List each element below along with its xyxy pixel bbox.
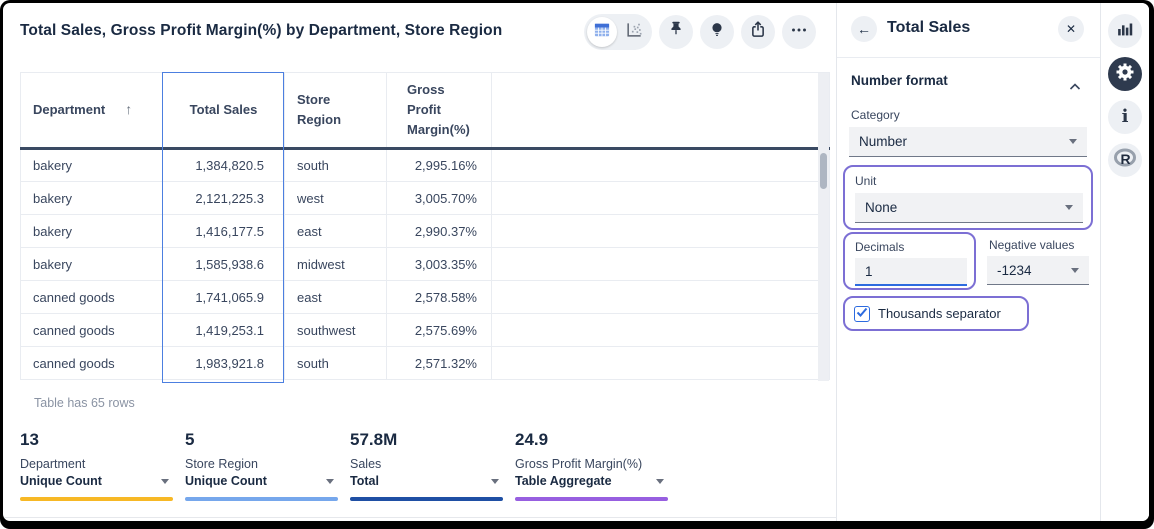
panel-header: ← Total Sales ✕: [837, 3, 1100, 58]
table-view-button[interactable]: [587, 17, 617, 47]
thousands-separator-checkbox[interactable]: [854, 306, 870, 322]
chevron-down-icon: [161, 479, 169, 484]
table-icon: [592, 20, 612, 45]
page-title: Total Sales, Gross Profit Margin(%) by D…: [20, 22, 502, 40]
more-options-button[interactable]: [782, 15, 816, 49]
stat-value: 13: [20, 430, 173, 450]
stat-aggregation-dropdown[interactable]: Unique Count: [185, 474, 338, 488]
decimals-annotation-box: Decimals: [843, 232, 976, 290]
negative-values-select[interactable]: -1234: [987, 256, 1089, 285]
summary-stats: 13 Department Unique Count 5 Store Regio…: [3, 430, 836, 510]
thousands-annotation-box: Thousands separator: [843, 296, 1029, 331]
table-row: canned goods1,419,253.1 southwest2,575.6…: [21, 314, 830, 347]
scrollbar-thumb[interactable]: [820, 153, 827, 189]
column-header-gross-profit-margin[interactable]: Gross Profit Margin(%): [387, 73, 492, 149]
sort-asc-icon: ↑: [125, 101, 132, 117]
checkmark-icon: [856, 305, 868, 323]
answer-area: Total Sales, Gross Profit Margin(%) by D…: [3, 3, 836, 521]
stat-store-region: 5 Store Region Unique Count: [185, 430, 338, 501]
thousands-separator-label: Thousands separator: [878, 306, 1001, 321]
table-row: bakery1,585,938.6 midwest3,003.35%: [21, 248, 830, 281]
r-script-button[interactable]: R: [1108, 143, 1142, 177]
close-icon: ✕: [1066, 22, 1076, 36]
info-button[interactable]: i: [1108, 100, 1142, 134]
column-header-empty: [492, 73, 830, 149]
lightbulb-icon: [706, 19, 728, 46]
stat-underline: [350, 497, 503, 501]
data-table: Department↑ Total Sales Store Region Gro…: [20, 72, 830, 383]
category-select[interactable]: Number: [849, 127, 1087, 157]
stat-sales: 57.8M Sales Total: [350, 430, 503, 501]
stat-value: 57.8M: [350, 430, 503, 450]
table-header-row: Department↑ Total Sales Store Region Gro…: [21, 73, 830, 149]
view-toggle: [584, 14, 652, 50]
stat-value: 24.9: [515, 430, 668, 450]
chevron-down-icon: [1071, 268, 1079, 273]
unit-annotation-box: Unit None: [843, 165, 1093, 230]
right-icon-strip: i R: [1100, 3, 1149, 521]
stat-label: Sales: [350, 457, 503, 471]
share-icon: [747, 19, 769, 46]
settings-panel: ← Total Sales ✕ Number format Category N…: [836, 3, 1100, 521]
stat-value: 5: [185, 430, 338, 450]
pin-icon: [665, 19, 687, 46]
chevron-up-icon: [1069, 78, 1081, 95]
stat-underline: [20, 497, 173, 501]
unit-label: Unit: [855, 174, 876, 188]
svg-text:R: R: [1121, 151, 1131, 167]
app-window: Total Sales, Gross Profit Margin(%) by D…: [0, 0, 1154, 529]
close-button[interactable]: ✕: [1058, 16, 1084, 42]
stat-label: Store Region: [185, 457, 338, 471]
stat-aggregation-dropdown[interactable]: Total: [350, 474, 503, 488]
gear-icon: [1113, 60, 1137, 89]
pin-button[interactable]: [659, 15, 693, 49]
answer-toolbar: [584, 14, 816, 50]
stat-label: Gross Profit Margin(%): [515, 457, 668, 471]
stat-gross-profit-margin: 24.9 Gross Profit Margin(%) Table Aggreg…: [515, 430, 668, 501]
stat-department: 13 Department Unique Count: [20, 430, 173, 501]
share-button[interactable]: [741, 15, 775, 49]
ellipsis-icon: [788, 19, 810, 46]
unit-select[interactable]: None: [855, 193, 1083, 223]
section-number-format: Number format: [851, 73, 948, 88]
bar-chart-icon: [1114, 18, 1136, 45]
table-row: bakery1,384,820.5 south2,995.16%: [21, 149, 830, 182]
app-content: Total Sales, Gross Profit Margin(%) by D…: [3, 3, 1149, 521]
stat-label: Department: [20, 457, 173, 471]
table-scrollbar[interactable]: [818, 73, 829, 381]
chevron-down-icon: [1069, 139, 1077, 144]
scatter-chart-icon: [624, 20, 644, 45]
decimals-input[interactable]: [855, 258, 967, 286]
settings-button[interactable]: [1108, 57, 1142, 91]
chevron-down-icon: [326, 479, 334, 484]
negative-values-label: Negative values: [989, 238, 1074, 252]
info-icon: i: [1122, 108, 1129, 126]
table-row: bakery1,416,177.5 east2,990.37%: [21, 215, 830, 248]
table-row: canned goods1,983,921.8 south2,571.32%: [21, 347, 830, 380]
chart-config-button[interactable]: [1108, 14, 1142, 48]
back-button[interactable]: ←: [851, 16, 877, 42]
panel-title: Total Sales: [887, 19, 970, 37]
column-header-department[interactable]: Department↑: [21, 73, 163, 149]
category-label: Category: [851, 108, 900, 122]
chevron-down-icon: [1065, 205, 1073, 210]
stat-aggregation-dropdown[interactable]: Table Aggregate: [515, 474, 668, 488]
chevron-down-icon: [656, 479, 664, 484]
table-row-count: Table has 65 rows: [34, 396, 135, 410]
bottom-divider: [3, 517, 836, 518]
stat-underline: [185, 497, 338, 501]
column-header-store-region[interactable]: Store Region: [285, 73, 387, 149]
chevron-down-icon: [491, 479, 499, 484]
back-arrow-icon: ←: [857, 21, 871, 37]
chart-view-button[interactable]: [619, 17, 649, 47]
table-row: bakery2,121,225.3 west3,005.70%: [21, 182, 830, 215]
r-logo-icon: R: [1112, 145, 1138, 176]
stat-underline: [515, 497, 668, 501]
insights-button[interactable]: [700, 15, 734, 49]
stat-aggregation-dropdown[interactable]: Unique Count: [20, 474, 173, 488]
decimals-label: Decimals: [855, 240, 904, 254]
column-header-total-sales[interactable]: Total Sales: [163, 73, 285, 149]
table-row: canned goods1,741,065.9 east2,578.58%: [21, 281, 830, 314]
collapse-section-button[interactable]: [1069, 78, 1081, 96]
